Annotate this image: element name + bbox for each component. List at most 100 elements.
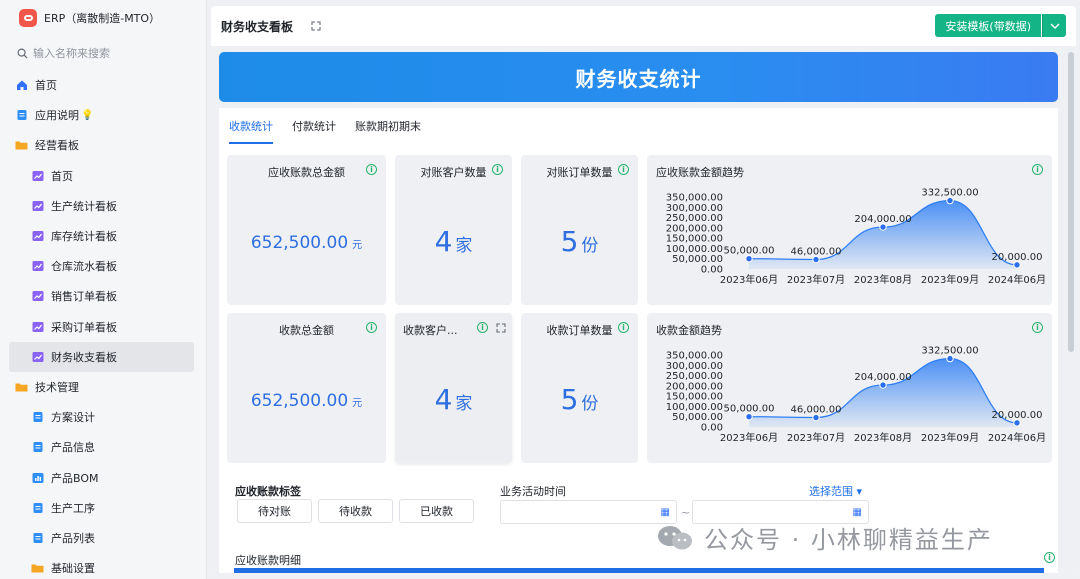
receipt-total-card: 收款总金额 i 652,500.00 元 xyxy=(227,313,386,463)
receipt-trend-chart: 0.0050,000.00100,000.00150,000.00200,000… xyxy=(666,346,1046,444)
caret-down-icon: ▾ xyxy=(856,485,863,498)
tab-bar: 收款统计 付款统计 账款期初期末 xyxy=(229,118,421,144)
calendar-icon: ▦ xyxy=(660,507,670,518)
install-template-button[interactable]: 安装模板(带数据) xyxy=(935,14,1041,37)
sidebar-item[interactable]: 产品信息 xyxy=(0,432,206,462)
sidebar-item[interactable]: 采购订单看板 xyxy=(0,312,206,342)
sidebar-item[interactable]: 库存统计看板 xyxy=(0,221,206,251)
dashboard-icon xyxy=(31,350,44,363)
home-icon xyxy=(15,79,28,92)
y-tick-label: 0.00 xyxy=(701,265,723,276)
sidebar-item-label: 库存统计看板 xyxy=(51,230,117,244)
app-header[interactable]: ERP（离散制造-MTO） xyxy=(0,0,206,36)
x-tick-label: 2023年06月 xyxy=(720,431,778,444)
time-filter-label: 业务活动时间 xyxy=(500,485,566,498)
data-label: 20,000.00 xyxy=(992,252,1043,263)
x-tick-label: 2024年06月 xyxy=(988,273,1046,286)
sidebar-item[interactable]: 生产工序 xyxy=(0,493,206,523)
range-select[interactable]: 选择范围 ▾ xyxy=(809,483,862,499)
receivable-trend-card: 应收账款金额趋势 i 0.00 50,000.00 100,000.00 150,00… xyxy=(647,155,1052,305)
search-icon xyxy=(17,48,28,59)
info-icon[interactable]: i xyxy=(618,322,629,333)
info-icon[interactable]: i xyxy=(366,164,377,175)
chart-title: 收款金额趋势 xyxy=(656,324,722,337)
banner-title: 财务收支统计 xyxy=(219,52,1058,102)
sidebar-item-label: 产品BOM xyxy=(51,471,99,485)
sidebar-item-label: 经营看板 xyxy=(35,139,79,153)
tag-option-pending-receipt[interactable]: 待收款 xyxy=(318,499,393,523)
tab-receipts[interactable]: 收款统计 xyxy=(229,118,273,144)
sidebar-item-label: 技术管理 xyxy=(35,380,79,394)
info-icon[interactable]: i xyxy=(1044,552,1055,563)
receivable-trend-chart: 0.0050,000.00100,000.00150,000.00200,000… xyxy=(666,188,1046,286)
info-icon[interactable]: i xyxy=(618,164,629,175)
info-icon[interactable]: i xyxy=(477,322,488,333)
x-tick-label: 2023年07月 xyxy=(787,273,845,286)
scrollbar[interactable] xyxy=(1068,52,1074,352)
info-icon[interactable]: i xyxy=(366,322,377,333)
sidebar-item[interactable]: 经营看板 xyxy=(0,130,206,160)
install-dropdown-button[interactable] xyxy=(1042,14,1066,37)
data-label: 204,000.00 xyxy=(854,214,911,225)
y-tick-label: 300,000.00 xyxy=(666,361,723,372)
sidebar-item[interactable]: 仓库流水看板 xyxy=(0,251,206,281)
chart-title: 应收账款金额趋势 xyxy=(656,166,744,179)
sidebar-item[interactable]: 首页 xyxy=(0,161,206,191)
y-tick-label: 350,000.00 xyxy=(666,351,723,362)
watermark: 公众号 · 小林聊精益生产 xyxy=(656,520,993,555)
tag-option-received[interactable]: 已收款 xyxy=(399,499,474,523)
sidebar-item-label: 首页 xyxy=(35,79,57,93)
page-title: 财务收支看板 xyxy=(221,19,294,34)
info-icon[interactable]: i xyxy=(1032,164,1043,175)
sidebar-item-label: 基础设置 xyxy=(51,562,95,576)
tab-payments[interactable]: 付款统计 xyxy=(292,118,336,144)
sidebar-item[interactable]: 基础设置 xyxy=(0,553,206,579)
fullscreen-icon[interactable] xyxy=(311,21,321,31)
fullscreen-icon[interactable] xyxy=(496,322,506,336)
nav-list: 首页 应用说明 💡 经营看板 首页 生产统计看板 库存统计看板 仓库流水看板 销售订单看板 采购订… xyxy=(0,70,206,579)
card-value: 652,500.00 元 xyxy=(250,391,363,411)
sidebar-item[interactable]: 生产统计看板 xyxy=(0,191,206,221)
card-value: 4家 xyxy=(434,383,473,416)
sidebar-item[interactable]: 财务收支看板 xyxy=(9,341,194,372)
dashboard-icon xyxy=(31,290,44,303)
sidebar-item-label: 生产统计看板 xyxy=(51,199,117,213)
info-icon[interactable]: i xyxy=(492,164,503,175)
tag-filter-label: 应收账款标签 xyxy=(235,485,301,498)
sidebar-item-label: 采购订单看板 xyxy=(51,320,117,334)
sidebar-item[interactable]: 应用说明 💡 xyxy=(0,100,206,130)
search-input[interactable]: 输入名称来搜索 xyxy=(0,36,206,70)
folder-icon xyxy=(15,139,28,152)
receipt-trend-card: 收款金额趋势 i 0.00 50,000.00 100,000.00 150,000.… xyxy=(647,313,1052,463)
sidebar-item[interactable]: 产品列表 xyxy=(0,523,206,553)
folder-icon xyxy=(15,380,28,393)
start-date-input[interactable]: ▦ xyxy=(500,500,677,524)
dashboard-icon xyxy=(31,260,44,273)
y-tick-label: 50,000.00 xyxy=(672,254,723,265)
calendar-icon: ▦ xyxy=(852,507,862,518)
sidebar-item[interactable]: 产品BOM xyxy=(0,462,206,492)
info-icon[interactable]: i xyxy=(1032,322,1043,333)
data-label: 46,000.00 xyxy=(791,247,842,258)
app-title: ERP（离散制造-MTO） xyxy=(44,12,161,25)
y-tick-label: 100,000.00 xyxy=(666,244,723,255)
y-tick-label: 250,000.00 xyxy=(666,371,723,382)
main-area: 财务收支看板 安装模板(带数据) 财务收支统计 收款统计 付款统计 账款期初期末… xyxy=(211,6,1076,573)
x-tick-label: 2023年09月 xyxy=(921,273,979,286)
folder-icon xyxy=(31,562,44,575)
sidebar-item[interactable]: 首页 xyxy=(0,70,206,100)
card-value: 4家 xyxy=(434,225,473,258)
receipt-orders-card: 收款订单数量 i 5份 xyxy=(521,313,638,463)
sidebar: ERP（离散制造-MTO） 输入名称来搜索 首页 应用说明 💡 经营看板 首页 生产统计看… xyxy=(0,0,207,579)
sidebar-item[interactable]: 技术管理 xyxy=(0,372,206,402)
search-placeholder: 输入名称来搜索 xyxy=(33,47,110,60)
lightbulb-icon: 💡 xyxy=(81,109,94,121)
tag-option-pending-recon[interactable]: 待对账 xyxy=(237,499,312,523)
receipt-customers-card: 收款客户... i 4家 xyxy=(395,313,512,463)
tab-period-balance[interactable]: 账款期初期末 xyxy=(355,118,421,144)
doc-icon xyxy=(31,411,44,424)
card-value: 5份 xyxy=(560,225,599,258)
sidebar-item[interactable]: 方案设计 xyxy=(0,402,206,432)
x-tick-label: 2023年08月 xyxy=(854,431,912,444)
sidebar-item[interactable]: 销售订单看板 xyxy=(0,281,206,311)
